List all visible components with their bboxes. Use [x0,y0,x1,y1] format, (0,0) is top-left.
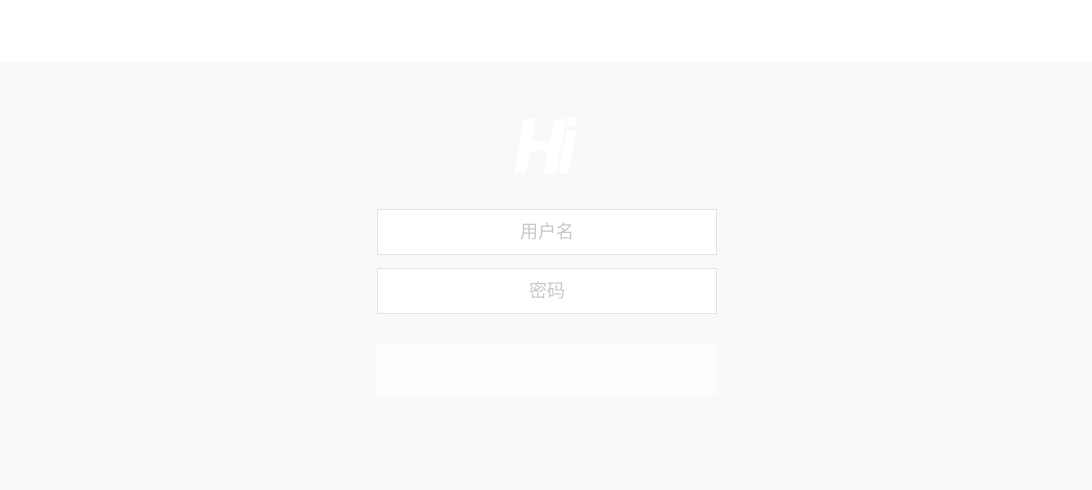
hi-logo-icon [510,115,582,175]
username-input[interactable] [378,210,716,254]
password-field[interactable] [377,268,717,314]
username-field[interactable] [377,209,717,255]
login-button[interactable] [377,343,717,395]
top-bar [0,0,1092,62]
password-input[interactable] [378,269,716,313]
login-panel [0,62,1092,490]
